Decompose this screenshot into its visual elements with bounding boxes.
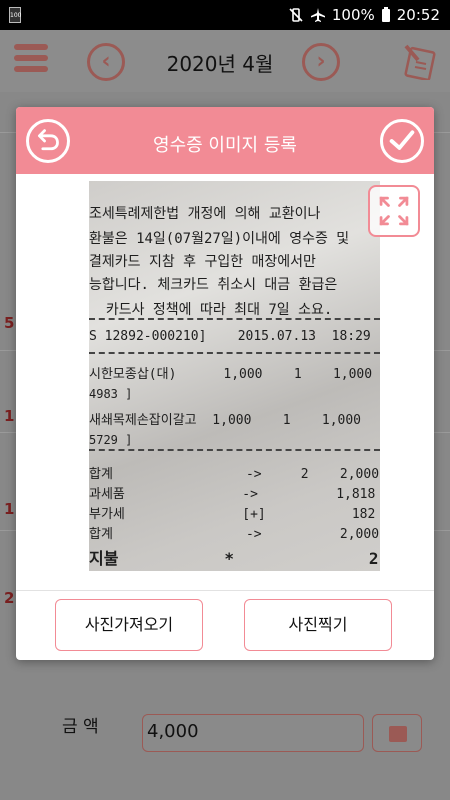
month-title: 2020년 4월 xyxy=(166,52,274,76)
receipt-line: 카드사 정책에 따라 최대 7일 소요. xyxy=(89,302,333,318)
take-photo-button[interactable]: 사진찍기 xyxy=(244,599,392,651)
clock: 20:52 xyxy=(396,6,440,24)
app-header: ‹ 2020년 4월 › xyxy=(0,30,450,92)
load-photo-button[interactable]: 사진가져오기 xyxy=(55,599,203,651)
receipt-line: 조세특례제한법 개정에 의해 교환이나 xyxy=(89,206,321,222)
receipt-image-dialog: 영수증 이미지 등록 조세특례제한법 개정에 의해 교환이나환불은 14일(07… xyxy=(16,107,434,660)
receipt-photo: 조세특례제한법 개정에 의해 교환이나환불은 14일(07월27일)이내에 영수… xyxy=(89,181,380,571)
receipt-line: 시한모종삽(대) 1,000 1 1,000 xyxy=(89,367,373,382)
row-number: 2 xyxy=(4,589,15,607)
row-number: 5 xyxy=(4,314,15,332)
battery-icon xyxy=(381,7,390,22)
battery-percent: 100% xyxy=(331,6,375,24)
checkmark-icon[interactable] xyxy=(380,119,424,163)
hamburger-icon[interactable] xyxy=(14,44,48,76)
receipt-line: 합계 -> 2 2,000 xyxy=(89,467,380,482)
amount-label: 금 액 xyxy=(62,717,99,737)
receipt-dashed-line xyxy=(89,449,380,451)
status-icons: 100% 20:52 xyxy=(288,6,440,24)
receipt-line: 합계 -> 2,000 xyxy=(89,527,380,542)
receipt-line: 지불 * 2,000 xyxy=(89,549,380,568)
receipt-line: 과세품 -> 1,818 xyxy=(89,487,376,502)
receipt-line: 4983 ] xyxy=(89,387,133,401)
receipt-line: 부가세 [+] 182 xyxy=(89,507,376,522)
memo-icon[interactable] xyxy=(402,42,436,80)
receipt-dashed-line xyxy=(89,352,380,354)
receipt-line: 5729 ] xyxy=(89,433,133,447)
calculator-button[interactable] xyxy=(372,714,422,752)
chevron-left-icon[interactable]: ‹ xyxy=(87,43,125,81)
amount-field[interactable]: 4,000 xyxy=(142,714,364,752)
chevron-right-icon[interactable]: › xyxy=(302,43,340,81)
receipt-line: 환불은 14일(07월27일)이내에 영수증 및 xyxy=(89,231,350,247)
row-number: 1 xyxy=(4,407,15,425)
expand-icon[interactable] xyxy=(368,185,420,237)
row-number: 1 xyxy=(4,500,15,518)
dialog-divider xyxy=(16,590,434,591)
battery-small-icon: 100 xyxy=(9,7,21,23)
status-bar: 100 100% 20:52 xyxy=(0,0,450,30)
vibrate-off-icon xyxy=(289,8,303,22)
dialog-title: 영수증 이미지 등록 xyxy=(153,135,297,156)
receipt-line: S 12892-000210] 2015.07.13 18:29 xyxy=(89,329,371,344)
receipt-line: 결제카드 지참 후 구입한 매장에서만 xyxy=(89,254,316,270)
calculator-icon xyxy=(389,726,407,742)
airplane-icon xyxy=(310,8,325,22)
receipt-line: 능합니다. 체크카드 취소시 대금 환급은 xyxy=(89,277,338,293)
dialog-header: 영수증 이미지 등록 xyxy=(16,107,434,174)
receipt-line: 새쇄목제손잡이갈고 1,000 1 1,000 xyxy=(89,413,361,428)
